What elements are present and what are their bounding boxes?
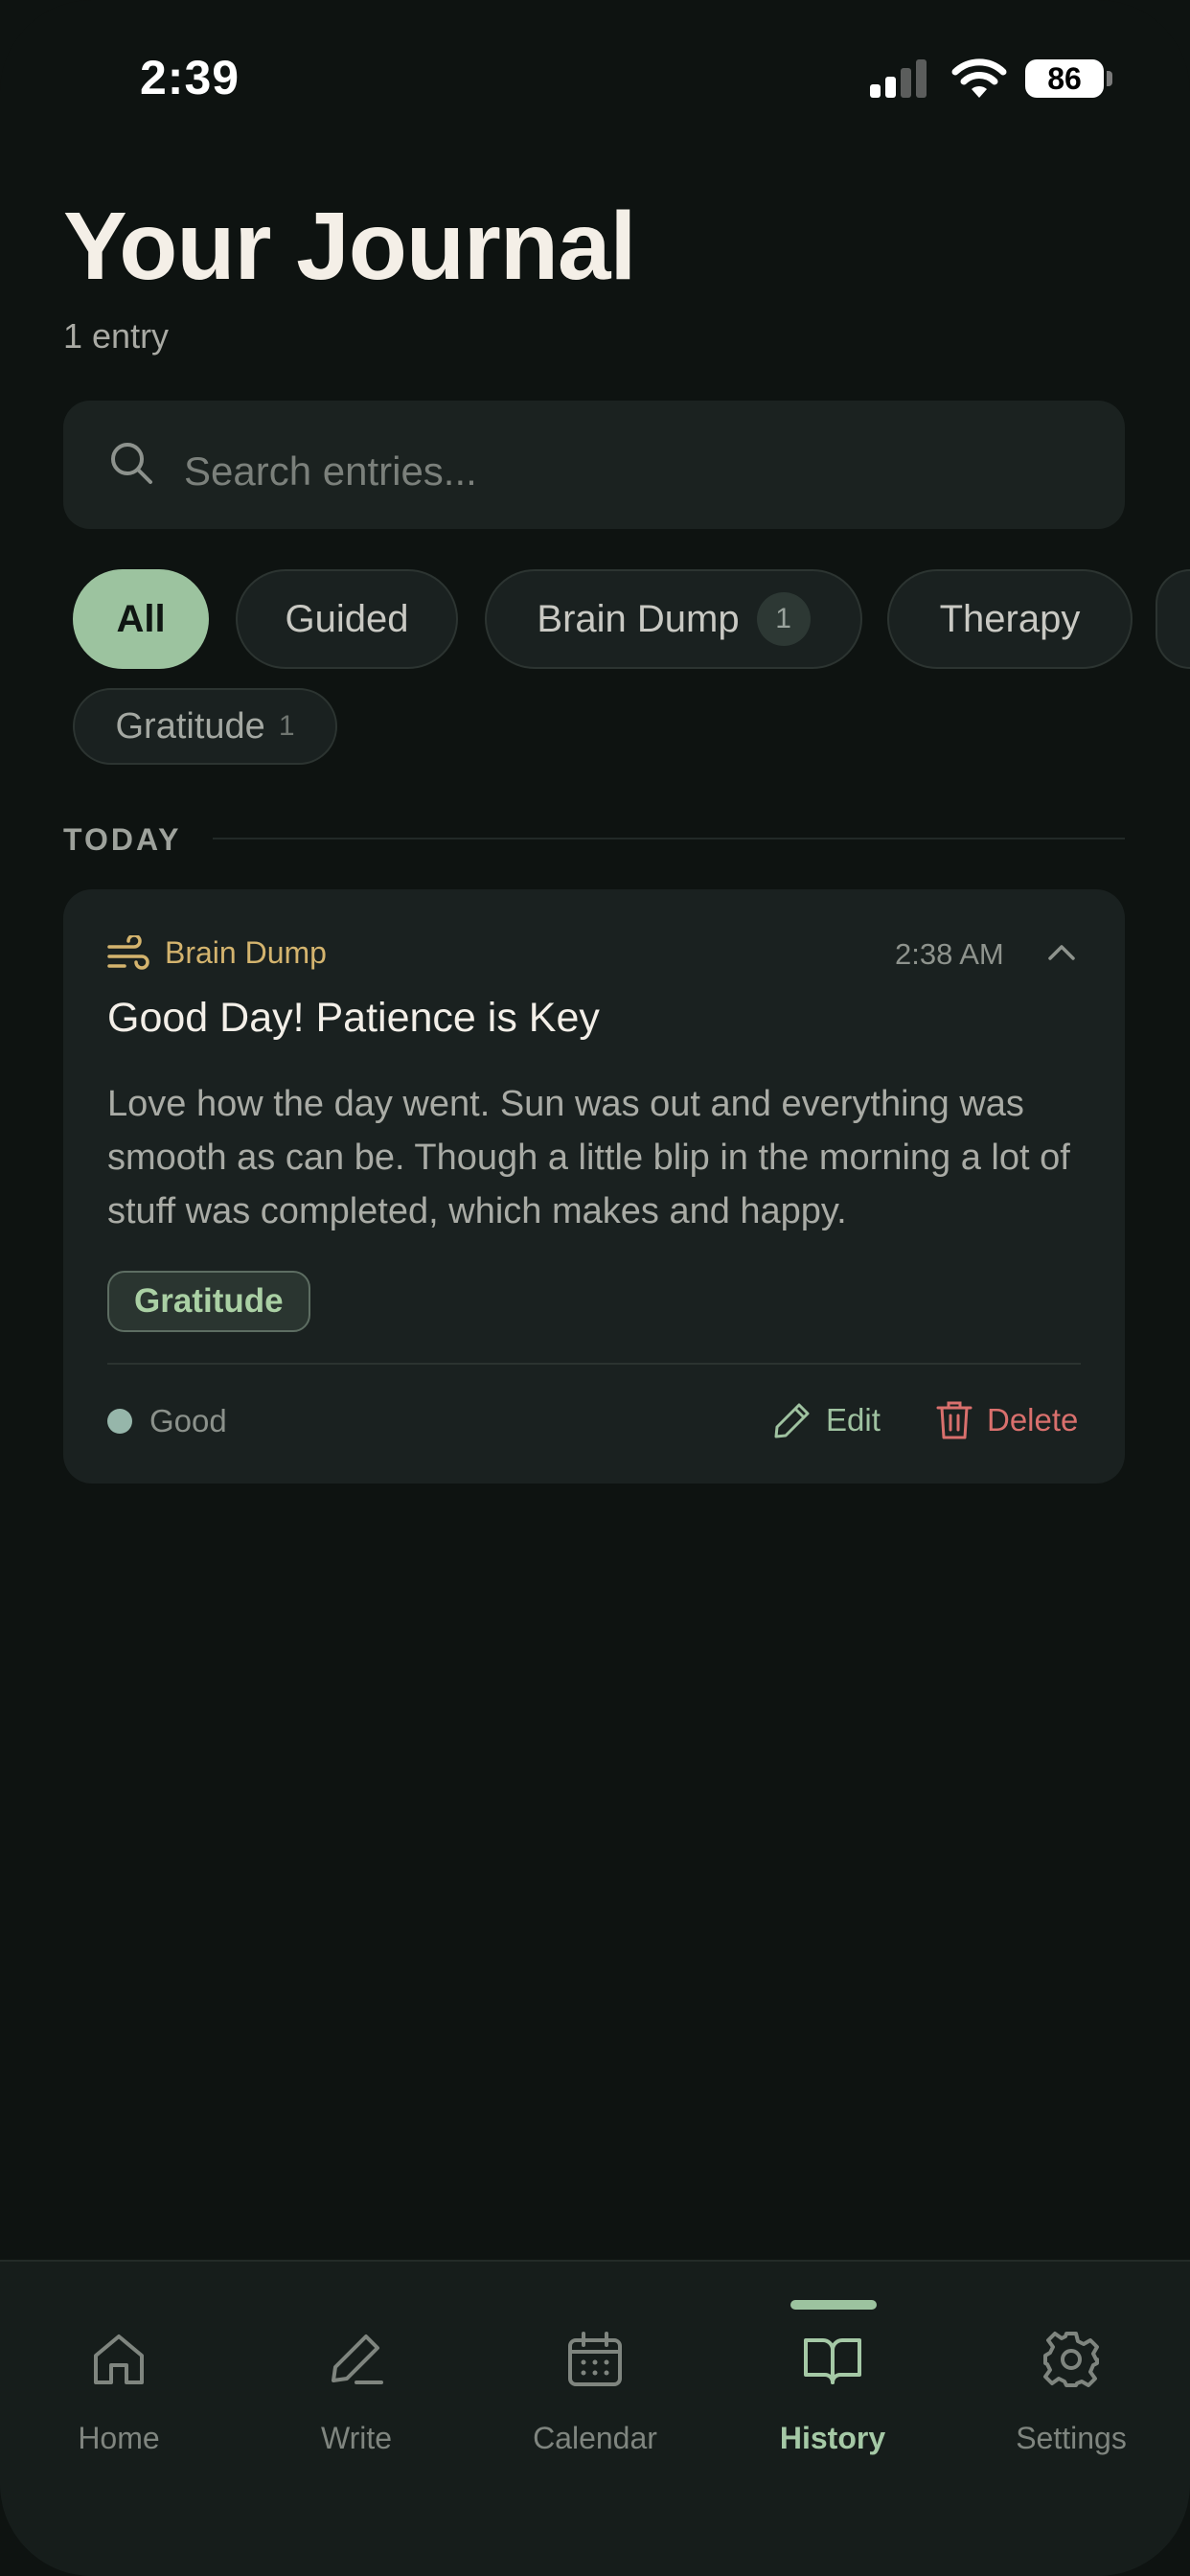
gear-icon — [1043, 2332, 1099, 2387]
nav-history[interactable]: History — [714, 2262, 951, 2482]
page-title: Your Journal — [63, 193, 636, 300]
calendar-icon — [568, 2332, 622, 2386]
nav-label-calendar: Calendar — [533, 2421, 657, 2455]
journal-entry-card[interactable]: Brain Dump 2:38 AM Good Day! Patience is… — [63, 889, 1125, 1484]
filter-chip-therapy[interactable]: Therapy — [887, 569, 1133, 669]
filter-chip-label: Therapy — [939, 597, 1081, 640]
filter-count-badge: 1 — [756, 592, 811, 646]
filter-chip-overflow[interactable] — [1156, 569, 1190, 669]
chevron-up-icon[interactable] — [1044, 937, 1079, 966]
entry-type-label: Brain Dump — [165, 935, 327, 970]
entry-count: 1 entry — [63, 316, 170, 356]
delete-label: Delete — [987, 1402, 1079, 1438]
section-label-today: TODAY — [63, 822, 182, 857]
filter-count: 1 — [278, 710, 295, 742]
status-bar: 2:39 86 — [0, 0, 1190, 144]
filter-chip-label: Brain Dump — [537, 597, 740, 640]
nav-label-home: Home — [78, 2421, 160, 2455]
status-time: 2:39 — [140, 51, 240, 104]
card-divider — [107, 1363, 1081, 1365]
search-box[interactable] — [63, 401, 1125, 529]
entry-time: 2:38 AM — [895, 937, 1004, 971]
section-divider — [213, 838, 1125, 840]
pencil-icon — [774, 1403, 810, 1438]
battery-nub — [1107, 71, 1112, 86]
mood-label: Good — [149, 1403, 227, 1438]
filter-chip-gratitude[interactable]: Gratitude 1 — [73, 688, 337, 765]
filter-chip-label: Guided — [285, 597, 409, 640]
bottom-nav: Home Write Calendar History Settings — [0, 2260, 1190, 2576]
book-icon — [804, 2338, 861, 2384]
battery-icon: 86 — [1025, 59, 1113, 98]
search-icon — [111, 443, 152, 484]
nav-home[interactable]: Home — [0, 2262, 238, 2482]
edit-button[interactable]: Edit — [772, 1393, 881, 1447]
nav-settings[interactable]: Settings — [952, 2262, 1190, 2482]
active-tab-indicator — [790, 2300, 877, 2310]
filter-chip-label: All — [116, 597, 166, 640]
delete-button[interactable]: Delete — [935, 1393, 1078, 1447]
search-input[interactable] — [184, 443, 1085, 500]
wifi-icon — [951, 58, 1007, 98]
cellular-signal-icon — [870, 59, 927, 98]
pen-icon — [332, 2334, 383, 2384]
trash-icon — [936, 1401, 973, 1439]
filter-chip-label: Gratitude — [115, 705, 265, 747]
nav-write[interactable]: Write — [238, 2262, 475, 2482]
mood-indicator-dot — [107, 1409, 132, 1434]
nav-calendar[interactable]: Calendar — [476, 2262, 714, 2482]
entry-title: Good Day! Patience is Key — [107, 995, 600, 1041]
filter-chip-brain-dump[interactable]: Brain Dump 1 — [485, 569, 862, 669]
entry-body: Love how the day went. Sun was out and e… — [107, 1084, 1070, 1231]
edit-label: Edit — [826, 1402, 881, 1438]
home-icon — [94, 2334, 144, 2384]
journal-screen: 2:39 86 Your Journal 1 entry All Guid — [0, 0, 1190, 2576]
filter-chip-all[interactable]: All — [73, 569, 209, 669]
wind-icon — [107, 935, 149, 970]
battery-level: 86 — [1025, 59, 1104, 98]
nav-label-settings: Settings — [1016, 2421, 1127, 2455]
entry-tag: Gratitude — [107, 1271, 310, 1332]
nav-label-write: Write — [320, 2421, 393, 2455]
filter-chip-guided[interactable]: Guided — [236, 569, 458, 669]
nav-label-history: History — [779, 2421, 886, 2455]
